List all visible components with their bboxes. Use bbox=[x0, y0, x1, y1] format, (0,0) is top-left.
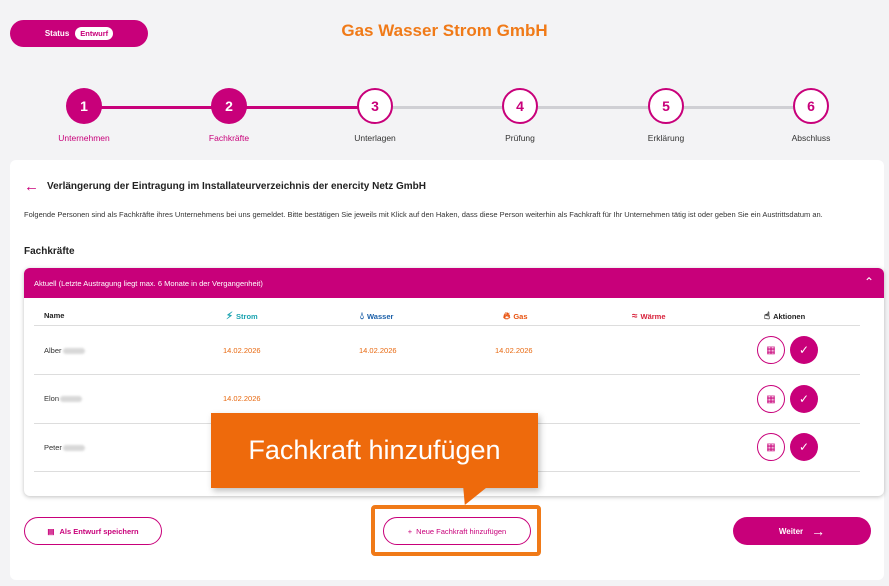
tooltip: Fachkraft hinzufügen bbox=[211, 413, 538, 488]
gas-date: 14.02.2026 bbox=[495, 346, 533, 355]
heat-wave-icon: ≈ bbox=[632, 311, 638, 322]
arrow-right-icon: → bbox=[811, 523, 826, 539]
column-header-label: Wärme bbox=[640, 312, 666, 321]
step-circle: 2 bbox=[211, 88, 247, 124]
divider bbox=[34, 374, 860, 375]
step-3[interactable]: 3 Unterlagen bbox=[325, 88, 425, 143]
checkmark-icon: ✓ bbox=[798, 392, 810, 406]
panel-header-text: Aktuell (Letzte Austragung liegt max. 6 … bbox=[34, 278, 263, 288]
name-cell: Elon bbox=[44, 394, 83, 403]
exit-date-button[interactable]: ▦ bbox=[757, 385, 785, 413]
main-card: ← Verlängerung der Eintragung im Install… bbox=[10, 160, 884, 580]
back-row: ← Verlängerung der Eintragung im Install… bbox=[24, 179, 426, 194]
lightning-icon: ⚡︎ bbox=[226, 311, 234, 322]
flame-icon: 🔥︎ bbox=[503, 311, 511, 322]
redacted-name bbox=[62, 348, 85, 355]
column-header-label: Aktionen bbox=[773, 312, 806, 321]
progress-stepper: 1 Unternehmen 2 Fachkräfte 3 Unterlagen … bbox=[0, 88, 889, 150]
arrow-left-icon[interactable]: ← bbox=[24, 179, 39, 194]
column-header-label: Wasser bbox=[367, 312, 394, 321]
checkmark-icon: ✓ bbox=[798, 343, 810, 357]
exit-date-button[interactable]: ▦ bbox=[757, 336, 785, 364]
next-label: Weiter bbox=[778, 526, 804, 536]
step-label: Unternehmen bbox=[58, 133, 110, 143]
calendar-icon: ▦ bbox=[766, 393, 776, 405]
column-header-wasser: 💧︎ Wasser bbox=[360, 311, 393, 322]
next-button[interactable]: Weiter → bbox=[733, 517, 871, 545]
page-title: Verlängerung der Eintragung im Installat… bbox=[47, 181, 426, 192]
column-header-label: Gas bbox=[513, 312, 528, 321]
step-2[interactable]: 2 Fachkräfte bbox=[179, 88, 279, 143]
step-circle: 5 bbox=[648, 88, 684, 124]
column-header-waerme: ≈ Wärme bbox=[632, 311, 666, 322]
column-header-label: Name bbox=[44, 311, 65, 320]
strom-date: 14.02.2026 bbox=[223, 394, 261, 403]
column-header-label: Strom bbox=[236, 312, 258, 321]
column-header-aktionen: ☝︎ Aktionen bbox=[764, 311, 805, 322]
section-title: Fachkräfte bbox=[24, 246, 75, 257]
chevron-up-icon[interactable]: ⌃ bbox=[864, 275, 874, 289]
company-title: Gas Wasser Strom GmbH bbox=[341, 21, 548, 40]
step-circle: 3 bbox=[357, 88, 393, 124]
confirm-button[interactable]: ✓ bbox=[790, 336, 818, 364]
exit-date-button[interactable]: ▦ bbox=[757, 433, 785, 461]
save-draft-label: Als Entwurf speichern bbox=[59, 526, 139, 536]
step-label: Erklärung bbox=[647, 133, 685, 143]
column-header-gas: 🔥︎ Gas bbox=[503, 311, 528, 322]
name-text: Elon bbox=[44, 394, 60, 403]
step-circle: 4 bbox=[502, 88, 538, 124]
intro-text: Folgende Personen sind als Fachkräfte ih… bbox=[24, 210, 823, 219]
calendar-icon: ▦ bbox=[766, 441, 776, 453]
step-4[interactable]: 4 Prüfung bbox=[470, 88, 570, 143]
add-fachkraft-label: Neue Fachkraft hinzufügen bbox=[416, 526, 507, 536]
step-label: Abschluss bbox=[791, 133, 831, 143]
redacted-name bbox=[62, 445, 85, 452]
water-drop-icon: 💧︎ bbox=[360, 311, 364, 322]
column-header-name: Name bbox=[44, 311, 64, 320]
calendar-icon: ▦ bbox=[766, 344, 776, 356]
panel-header[interactable]: Aktuell (Letzte Austragung liegt max. 6 … bbox=[24, 268, 884, 298]
confirm-button[interactable]: ✓ bbox=[790, 433, 818, 461]
name-text: Peter bbox=[44, 443, 62, 452]
name-text: Alber bbox=[44, 346, 62, 355]
step-5[interactable]: 5 Erklärung bbox=[616, 88, 716, 143]
column-header-strom: ⚡︎ Strom bbox=[226, 311, 258, 322]
save-draft-button[interactable]: ▤ Als Entwurf speichern bbox=[24, 517, 162, 545]
add-fachkraft-button[interactable]: + Neue Fachkraft hinzufügen bbox=[383, 517, 531, 545]
step-6[interactable]: 6 Abschluss bbox=[761, 88, 861, 143]
step-label: Fachkräfte bbox=[208, 133, 250, 143]
save-icon: ▤ bbox=[47, 526, 55, 536]
step-1[interactable]: 1 Unternehmen bbox=[34, 88, 134, 143]
plus-icon: + bbox=[407, 526, 413, 536]
strom-date: 14.02.2026 bbox=[223, 346, 261, 355]
wasser-date: 14.02.2026 bbox=[359, 346, 397, 355]
name-cell: Peter bbox=[44, 443, 85, 452]
redacted-name bbox=[60, 396, 83, 403]
confirm-button[interactable]: ✓ bbox=[790, 385, 818, 413]
step-circle: 6 bbox=[793, 88, 829, 124]
checkmark-icon: ✓ bbox=[798, 440, 810, 454]
step-label: Prüfung bbox=[505, 133, 535, 143]
step-circle: 1 bbox=[66, 88, 102, 124]
pointer-hand-icon: ☝︎ bbox=[764, 311, 771, 322]
step-line-pending bbox=[375, 106, 811, 109]
divider bbox=[34, 325, 860, 326]
step-label: Unterlagen bbox=[354, 133, 396, 143]
name-cell: Alber bbox=[44, 346, 85, 355]
